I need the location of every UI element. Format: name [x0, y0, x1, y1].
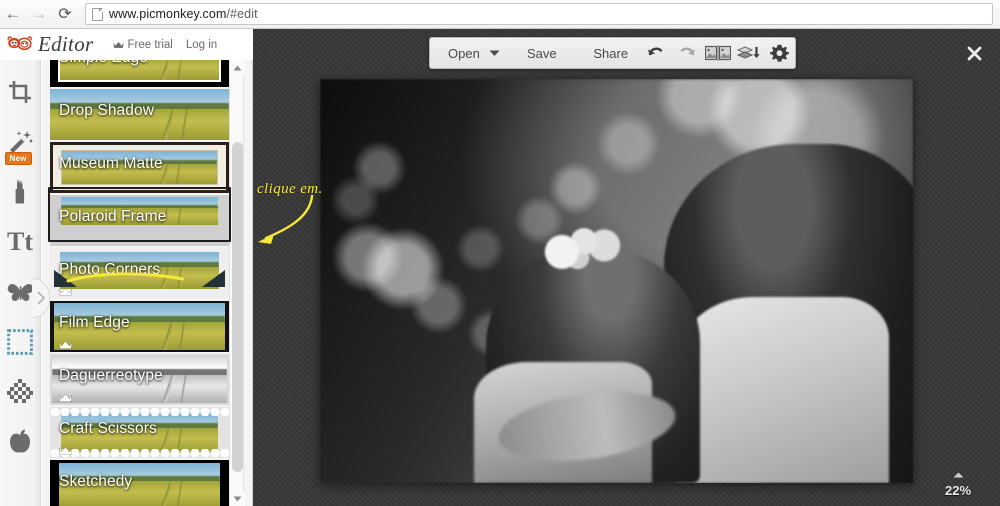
rail-item-themes[interactable]: [0, 417, 41, 467]
before-after-images-icon[interactable]: [702, 38, 733, 68]
free-trial-label: Free trial: [127, 38, 173, 51]
magic-wand-icon: [10, 131, 33, 153]
frame-option-label: Simple Edge: [59, 60, 148, 67]
screenshot-root: ← → ⟳ www.picmonkey.com/#edit Open Save …: [0, 0, 1000, 506]
highlight-underline-icon: [66, 272, 185, 283]
redo-icon[interactable]: [671, 38, 702, 68]
layers-download-icon[interactable]: [733, 38, 764, 68]
frame-option-label: Polaroid Frame: [59, 208, 167, 225]
text-tt-icon: Tt: [7, 227, 33, 256]
chevron-up-icon[interactable]: [953, 465, 964, 483]
brand-logo[interactable]: Editor: [7, 32, 93, 57]
rail-item-frames[interactable]: [0, 317, 41, 367]
panel-scrollbar[interactable]: [229, 60, 245, 506]
frame-option-museum-matte[interactable]: Museum Matte: [50, 142, 229, 193]
zoom-level-value: 22%: [944, 483, 972, 498]
rail-item-effects[interactable]: New: [0, 117, 41, 167]
share-button[interactable]: Share: [581, 38, 640, 68]
monkey-logo-icon: [7, 35, 32, 50]
crown-icon: [58, 393, 73, 402]
frame-option-polaroid-frame[interactable]: Polaroid Frame: [50, 195, 229, 246]
forward-icon[interactable]: →: [26, 1, 52, 27]
texture-icon: [7, 379, 33, 403]
apple-icon: [10, 429, 30, 453]
back-icon[interactable]: ←: [0, 1, 26, 27]
butterfly-icon: [7, 284, 33, 301]
zoom-control[interactable]: 22%: [933, 465, 983, 498]
curved-arrow-icon: [258, 194, 314, 244]
scroll-down-arrow-icon[interactable]: [230, 491, 245, 506]
crown-icon: [113, 41, 125, 48]
picmonkey-header: Editor Free trial Log in: [0, 29, 253, 60]
frame-option-drop-shadow[interactable]: Drop Shadow: [50, 89, 229, 140]
frame-option-label: Craft Scissors: [59, 420, 157, 437]
close-x-icon[interactable]: [962, 41, 986, 65]
brand-name: Editor: [38, 32, 94, 56]
free-trial-link[interactable]: Free trial: [113, 38, 173, 51]
crown-icon: [58, 287, 73, 296]
save-button[interactable]: Save: [515, 38, 569, 68]
frame-option-daguerreotype[interactable]: Daguerreotype: [50, 354, 229, 405]
frame-icon: [7, 329, 33, 355]
tool-rail: New Tt: [0, 60, 50, 506]
rail-item-crop[interactable]: [0, 67, 41, 117]
login-link[interactable]: Log in: [186, 39, 217, 51]
open-button[interactable]: Open: [430, 38, 486, 68]
frame-option-sketchedy[interactable]: Sketchedy: [50, 460, 229, 506]
crown-icon: [58, 340, 73, 349]
frame-option-label: Drop Shadow: [59, 102, 155, 119]
gear-icon[interactable]: [764, 38, 795, 68]
address-bar[interactable]: www.picmonkey.com/#edit: [85, 3, 993, 25]
header-links: Free trial Log in: [113, 39, 217, 51]
new-badge: New: [4, 152, 32, 165]
frame-option-label: Museum Matte: [59, 155, 163, 172]
frame-option-craft-scissors[interactable]: Craft Scissors: [50, 407, 229, 458]
chevron-down-icon[interactable]: [486, 38, 504, 68]
frame-option-label: Film Edge: [59, 314, 130, 331]
scroll-up-arrow-icon[interactable]: [230, 60, 245, 75]
frame-option-film-edge[interactable]: Film Edge: [50, 301, 229, 352]
editor-toolbar: Open Save Share: [429, 37, 796, 69]
frame-option-label: Daguerreotype: [59, 367, 163, 384]
crown-icon: [58, 446, 73, 455]
page-document-icon: [92, 7, 103, 21]
frame-option-simple-edge[interactable]: Simple Edge: [50, 60, 229, 87]
crop-icon: [9, 81, 31, 103]
reload-icon[interactable]: ⟳: [52, 1, 78, 27]
rail-item-text[interactable]: Tt: [0, 217, 41, 267]
browser-toolbar: ← → ⟳ www.picmonkey.com/#edit: [0, 0, 1000, 29]
chevron-right-icon: [36, 291, 45, 305]
lipstick-icon: [15, 180, 25, 204]
rail-item-textures[interactable]: [0, 367, 41, 417]
rail-item-touch-up[interactable]: [0, 167, 41, 217]
photo-canvas[interactable]: [320, 79, 913, 483]
undo-icon[interactable]: [640, 38, 671, 68]
canvas-stage[interactable]: Open Save Share 22%: [253, 29, 1000, 506]
login-label: Log in: [185, 38, 218, 51]
url-text: www.picmonkey.com/#edit: [109, 7, 258, 21]
picmonkey-app: Open Save Share 22% Editor Free trial Lo…: [0, 29, 1000, 506]
frame-option-label: Sketchedy: [59, 473, 133, 490]
scrollbar-thumb[interactable]: [232, 142, 243, 472]
photo-white-shirt: [675, 297, 890, 483]
